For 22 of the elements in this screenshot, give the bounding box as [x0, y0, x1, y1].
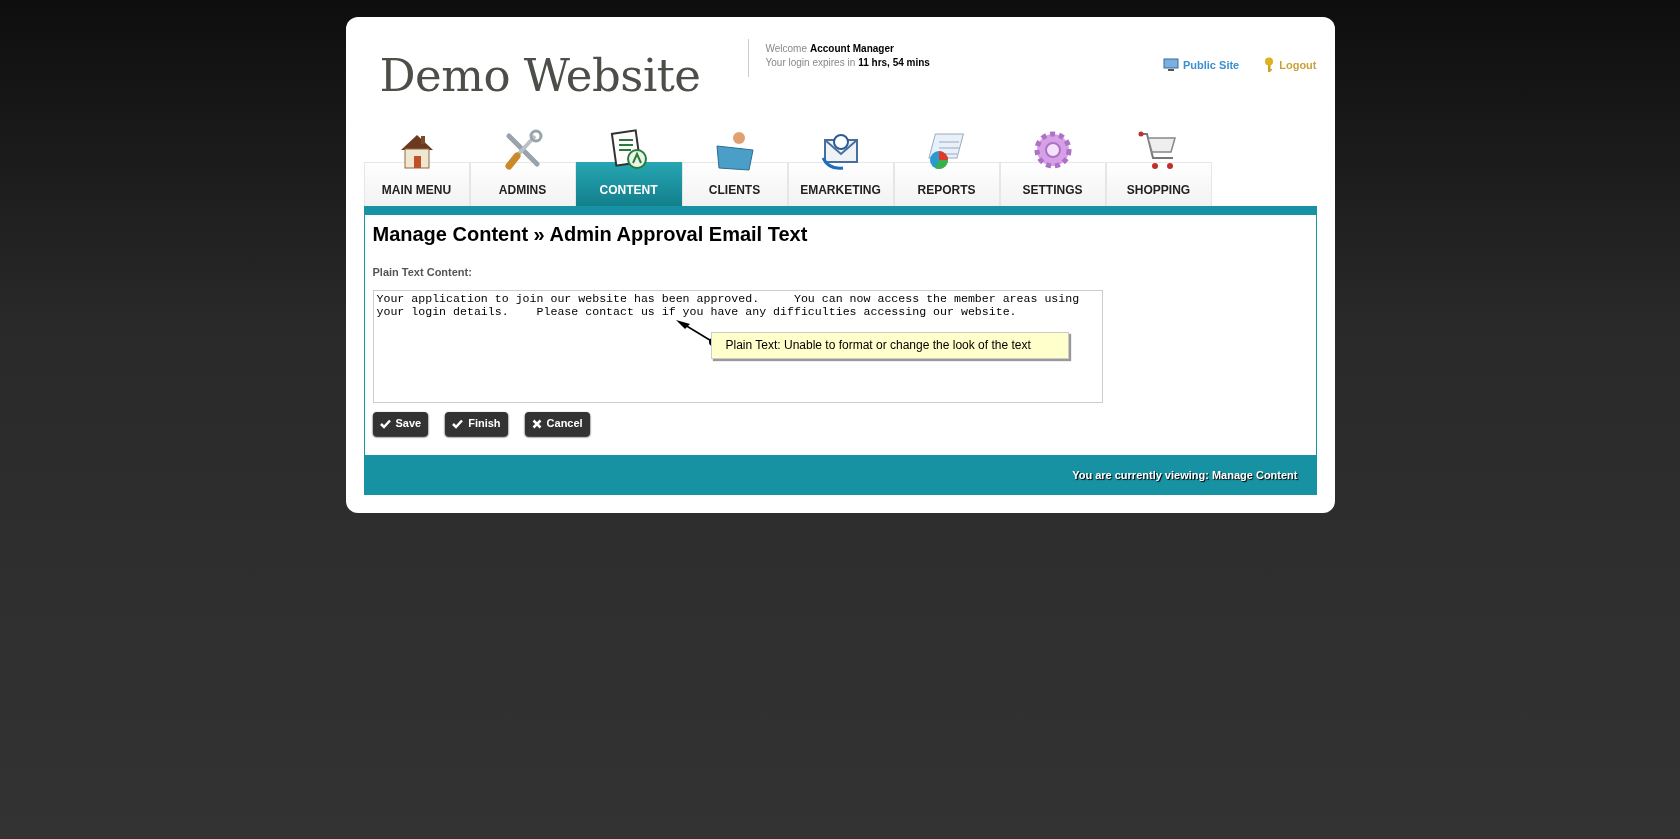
check-icon: [452, 418, 464, 429]
welcome-label: Welcome: [765, 42, 807, 56]
action-button[interactable]: Finish: [445, 411, 508, 436]
tooltip: Plain Text: Unable to format or change the look of the text: [710, 331, 1069, 359]
nav-tab[interactable]: ADMINS: [469, 128, 576, 206]
monitor-icon: [1163, 58, 1179, 72]
site-link[interactable]: Public Site: [1163, 56, 1240, 74]
expiry-time: 11 hrs, 54 mins: [858, 56, 930, 70]
check-icon: [379, 418, 391, 429]
nav-tab[interactable]: SHOPPING: [1105, 128, 1212, 206]
site-logo: Demo Website: [379, 48, 702, 104]
footer-text: You are currently viewing: Manage Content: [1072, 467, 1298, 483]
expiry-label: Your login expires in: [765, 56, 856, 70]
page-title: Manage Content » Admin Approval Email Text: [372, 222, 809, 247]
cancel-button[interactable]: Cancel: [524, 411, 590, 436]
action-button[interactable]: Save: [372, 411, 429, 436]
close-icon: [531, 418, 542, 429]
nav-tab[interactable]: CONTENT: [575, 128, 682, 206]
field-label: Plain Text Content:: [372, 265, 473, 280]
key-icon: [1263, 57, 1276, 73]
nav-tab[interactable]: SETTINGS: [999, 128, 1106, 206]
user-name: Account Manager: [810, 42, 894, 56]
